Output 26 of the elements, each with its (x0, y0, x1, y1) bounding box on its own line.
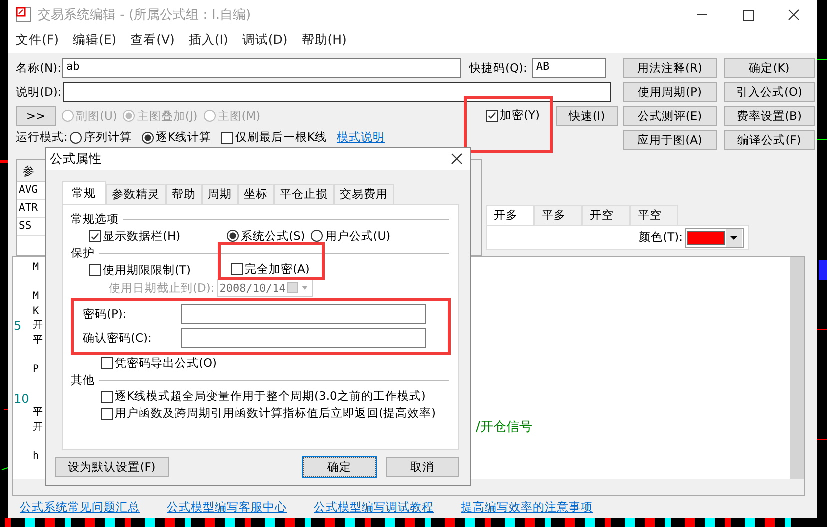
code-text: 平 (33, 406, 43, 420)
field-label: 名称(N): (16, 60, 62, 76)
group-title: 保护 (71, 246, 95, 260)
group-title: 其他 (71, 372, 95, 388)
code-text: 开 (33, 319, 43, 333)
code-text: M (33, 261, 40, 275)
code-text: M (33, 290, 40, 304)
code-text: 平 (33, 334, 43, 348)
code-text: h (33, 450, 40, 464)
line-number: 5 (13, 319, 23, 334)
code-comment: /开仓信号 (476, 420, 534, 435)
field-label: 运行模式: (16, 130, 68, 145)
column-header: 参 (17, 160, 47, 182)
code-text: K (33, 304, 40, 318)
dialog-title: 公式属性 (50, 150, 102, 168)
window-title: 交易系统编辑 - (所属公式组：I.自编) (38, 7, 252, 24)
field-label: 颜色(T): (639, 230, 683, 245)
group-title: 常规选项 (71, 212, 119, 226)
field-label: 使用日期截止到(D): (109, 280, 215, 296)
field-label: 密码(P): (83, 306, 128, 322)
field-label: 说明(D): (16, 84, 62, 100)
code-text: P (33, 362, 40, 376)
line-number: 10 (13, 392, 30, 406)
field-label: 确认密码(C): (83, 330, 153, 346)
code-text: 开 (33, 420, 43, 434)
field-label: 快捷码(Q): (469, 60, 528, 76)
